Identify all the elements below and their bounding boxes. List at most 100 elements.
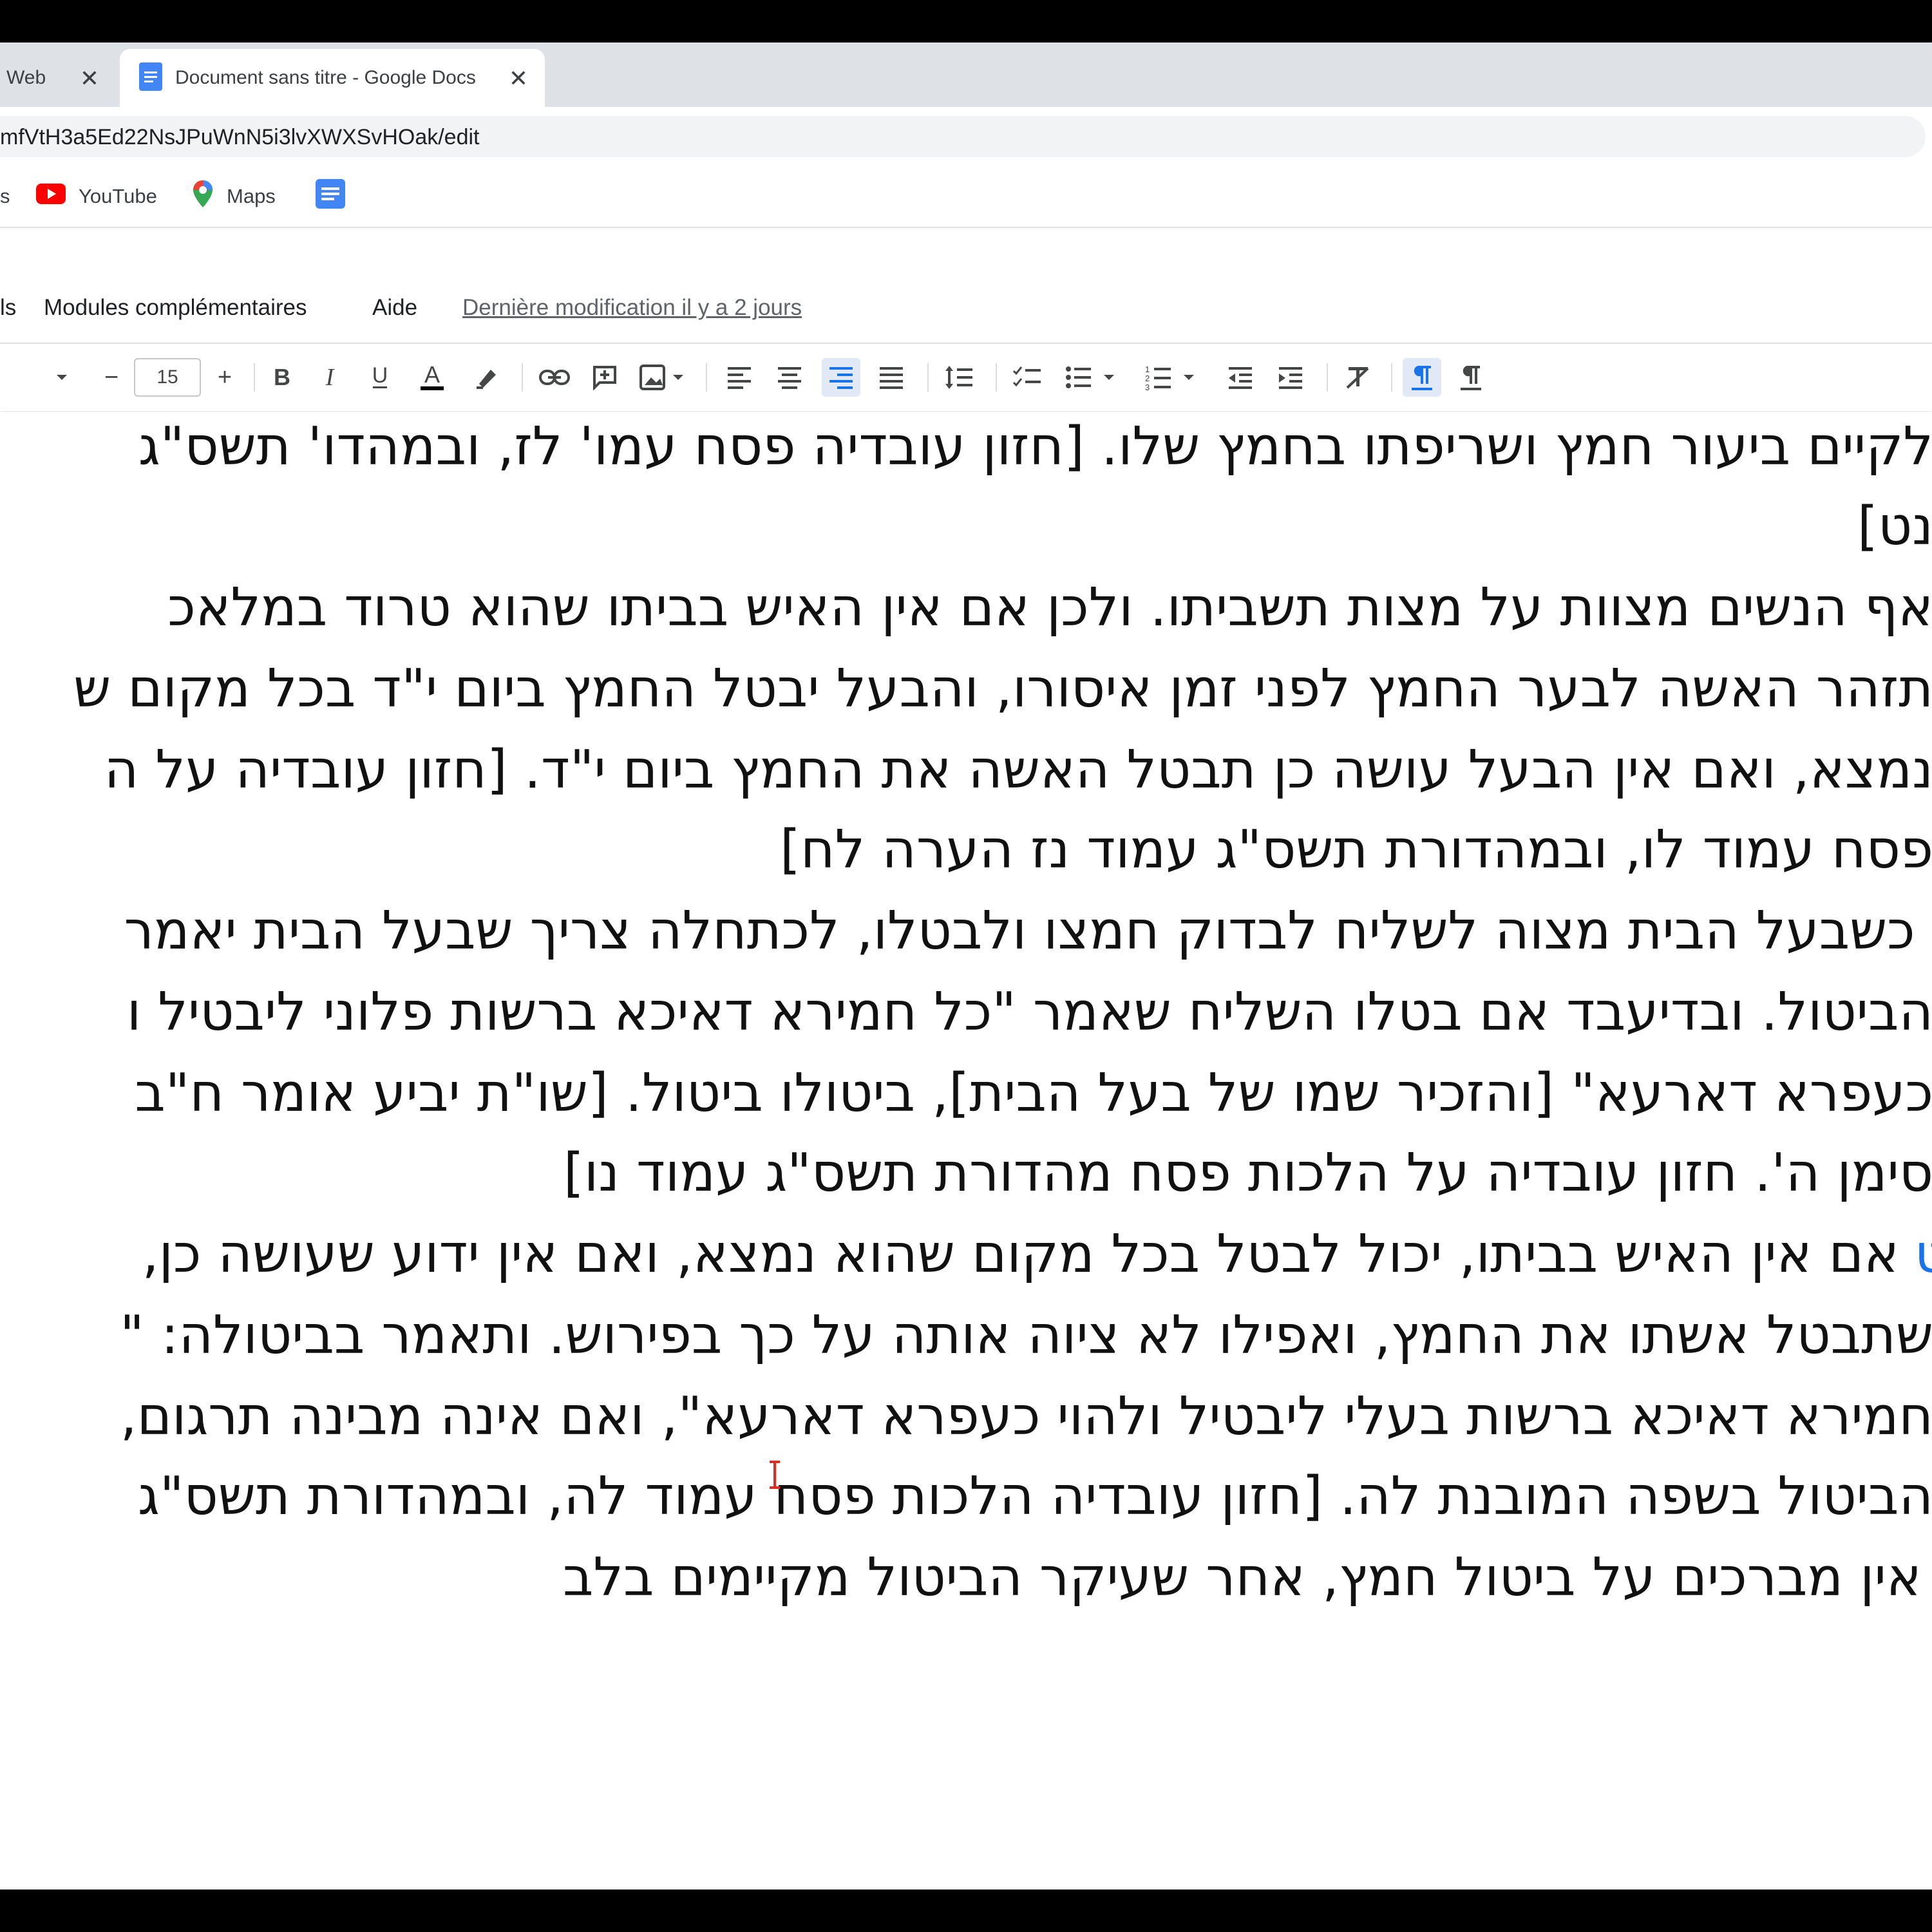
screen-bottom-bar: [0, 1889, 1932, 1932]
tab-strip: Web ✕ Document sans titre - Google Docs …: [0, 43, 1932, 134]
left-to-right-icon[interactable]: [1403, 358, 1441, 397]
doc-line: שתבטל אשתו את החמץ, ואפילו לא ציוה אותה …: [120, 1303, 1932, 1368]
doc-line: טאם אין האיש בביתו, יכול לבטל בכל מקום ש…: [142, 1222, 1932, 1287]
clear-formatting-icon[interactable]: [1340, 358, 1376, 397]
bookmark-youtube[interactable]: YouTube: [36, 166, 157, 227]
checklist-icon[interactable]: [1007, 358, 1047, 397]
close-icon[interactable]: ✕: [509, 67, 528, 90]
increase-indent-icon[interactable]: [1273, 358, 1309, 397]
insert-image-icon[interactable]: [635, 358, 690, 397]
maps-pin-icon: [193, 180, 213, 213]
increase-font-size-button[interactable]: +: [209, 358, 241, 397]
doc-line: הביטול בשפה המובנת לה. [חזון עובדיה הלכו…: [138, 1464, 1932, 1529]
doc-line-text: תזהר האשה לבער החמץ לפני זמן איסורו, והב…: [73, 658, 1932, 719]
text-cursor-icon: [768, 1461, 781, 1489]
bold-icon[interactable]: B: [264, 358, 300, 397]
doc-line: לקיים ביעור חמץ ושריפתו בחמץ שלו. [חזון …: [138, 415, 1932, 479]
screen-top-bar: [0, 0, 1932, 43]
doc-line-text: אם אין האיש בביתו, יכול לבטל בכל מקום שה…: [142, 1224, 1899, 1285]
doc-line: כעפרא דארעא" [והזכיר שמו של בעל הבית], ב…: [135, 1061, 1932, 1126]
bookmarks-bar: s YouTube Maps: [0, 166, 1932, 228]
tab-google-docs[interactable]: Document sans titre - Google Docs ✕: [120, 49, 545, 107]
numbered-list-icon[interactable]: 123: [1140, 358, 1202, 397]
doc-line: פסח עמוד לו, ובמהדורת תשס"ג עמוד נז הערה…: [780, 818, 1932, 882]
doc-line: סימן ה'. חזון עובדיה על הלכות פסח מהדורת…: [564, 1141, 1932, 1206]
align-left-icon[interactable]: [721, 358, 757, 397]
bulleted-list-icon[interactable]: [1060, 358, 1122, 397]
doc-line: נט]: [1857, 495, 1932, 559]
doc-line-text: שתבטל אשתו את החמץ, ואפילו לא ציוה אותה …: [120, 1305, 1932, 1366]
close-icon[interactable]: ✕: [80, 67, 99, 90]
docs-icon: [139, 62, 162, 94]
bookmark-label: s: [0, 185, 10, 207]
toolbar-separator: [996, 363, 997, 392]
url-text: mfVtH3a5Ed22NsJPuWnN5i3lvXWXSvHOak/edit: [0, 125, 480, 149]
bookmark-maps[interactable]: Maps: [193, 166, 276, 227]
bookmark-docs[interactable]: [316, 166, 345, 227]
document-body[interactable]: לקיים ביעור חמץ ושריפתו בחמץ שלו. [חזון …: [0, 412, 1932, 1889]
doc-line-text: כעפרא דארעא" [והזכיר שמו של בעל הבית], ב…: [135, 1063, 1932, 1124]
doc-line: אף הנשים מצוות על מצות תשביתו. ולכן אם א…: [167, 576, 1932, 640]
toolbar-separator: [1391, 363, 1392, 392]
tab-title: Web: [6, 67, 46, 88]
doc-line: תזהר האשה לבער החמץ לפני זמן איסורו, והב…: [73, 657, 1932, 721]
svg-text:A: A: [424, 362, 440, 388]
svg-text:I: I: [325, 365, 336, 390]
doc-line: זכשבעל הבית מצוה לשליח לבדוק חמצו ולבטלו…: [124, 899, 1932, 963]
toolbar-separator: [927, 363, 929, 392]
text-color-icon[interactable]: A: [412, 358, 452, 397]
doc-line: חמירא דאיכא ברשות בעלי ליבטיל ולהוי כעפר…: [120, 1385, 1932, 1449]
menu-help[interactable]: Aide: [372, 295, 417, 321]
bookmark-label: YouTube: [79, 185, 157, 207]
right-to-left-icon[interactable]: [1453, 358, 1489, 397]
doc-line-text: חמירא דאיכא ברשות בעלי ליבטיל ולהוי כעפר…: [120, 1386, 1932, 1447]
svg-text:1: 1: [1145, 365, 1150, 374]
doc-line-text: אף הנשים מצוות על מצות תשביתו. ולכן אם א…: [167, 577, 1932, 638]
address-bar: mfVtH3a5Ed22NsJPuWnN5i3lvXWXSvHOak/edit: [0, 107, 1932, 166]
decrease-indent-icon[interactable]: [1222, 358, 1258, 397]
doc-line-text: כשבעל הבית מצוה לשליח לבדוק חמצו ולבטלו,…: [124, 900, 1915, 961]
last-edit-link[interactable]: Dernière modification il y a 2 jours: [462, 295, 802, 321]
tab-title: Document sans titre - Google Docs: [175, 67, 476, 88]
url-field[interactable]: mfVtH3a5Ed22NsJPuWnN5i3lvXWXSvHOak/edit: [0, 116, 1926, 157]
docs-toolbar: − 15 + B I U A 1 2 3: [0, 344, 1932, 411]
italic-icon[interactable]: I: [312, 358, 348, 397]
doc-line-text: לקיים ביעור חמץ ושריפתו בחמץ שלו. [חזון …: [138, 416, 1932, 477]
underline-icon[interactable]: U: [362, 358, 398, 397]
toolbar-separator: [254, 363, 255, 392]
font-dropdown-arrow-icon[interactable]: [49, 358, 75, 397]
bookmark-partial[interactable]: s: [0, 166, 10, 227]
toolbar-separator: [1327, 363, 1328, 392]
decrease-font-size-button[interactable]: −: [95, 358, 128, 397]
youtube-icon: [36, 184, 66, 209]
svg-text:U: U: [372, 363, 388, 388]
bookmark-label: Maps: [227, 185, 276, 207]
toolbar-separator: [522, 363, 523, 392]
doc-line: יאין מברכים על ביטול חמץ, אחר שעיקר הביט…: [563, 1546, 1932, 1610]
doc-line-text: נמצא, ואם אין הבעל עושה כן תבטל האשה את …: [104, 739, 1932, 800]
svg-text:2: 2: [1145, 374, 1150, 383]
add-comment-icon[interactable]: [586, 358, 623, 397]
line-spacing-icon[interactable]: [940, 358, 978, 397]
doc-line-text: הביטול. ובדיעבד אם בטלו השליח שאמר "כל ח…: [126, 981, 1932, 1043]
doc-line-text: אין מברכים על ביטול חמץ, אחר שעיקר הביטו…: [562, 1547, 1922, 1608]
doc-line-text: פסח עמוד לו, ובמהדורת תשס"ג עמוד נז הערה…: [780, 819, 1932, 880]
doc-line-text: הביטול בשפה המובנת לה. [חזון עובדיה הלכו…: [138, 1466, 1932, 1527]
svg-text:B: B: [274, 365, 290, 390]
justify-icon[interactable]: [873, 358, 909, 397]
menu-addons[interactable]: Modules complémentaires: [44, 295, 307, 321]
doc-line-text: נט]: [1857, 496, 1932, 557]
tab-web[interactable]: Web ✕: [0, 49, 116, 107]
align-center-icon[interactable]: [772, 358, 808, 397]
toolbar-separator: [706, 363, 707, 392]
align-right-icon[interactable]: [822, 358, 860, 397]
font-size-input[interactable]: 15: [134, 358, 201, 397]
menu-tools[interactable]: ls: [0, 295, 16, 321]
highlight-pen-icon[interactable]: [469, 358, 505, 397]
link-icon[interactable]: [535, 358, 574, 397]
docs-icon: [316, 179, 345, 214]
doc-line: נמצא, ואם אין הבעל עושה כן תבטל האשה את …: [104, 738, 1932, 802]
doc-line: הביטול. ובדיעבד אם בטלו השליח שאמר "כל ח…: [127, 980, 1932, 1045]
doc-line-text: סימן ה'. חזון עובדיה על הלכות פסח מהדורת…: [563, 1142, 1932, 1204]
docs-header: ls Modules complémentaires Aide Dernière…: [0, 228, 1932, 344]
